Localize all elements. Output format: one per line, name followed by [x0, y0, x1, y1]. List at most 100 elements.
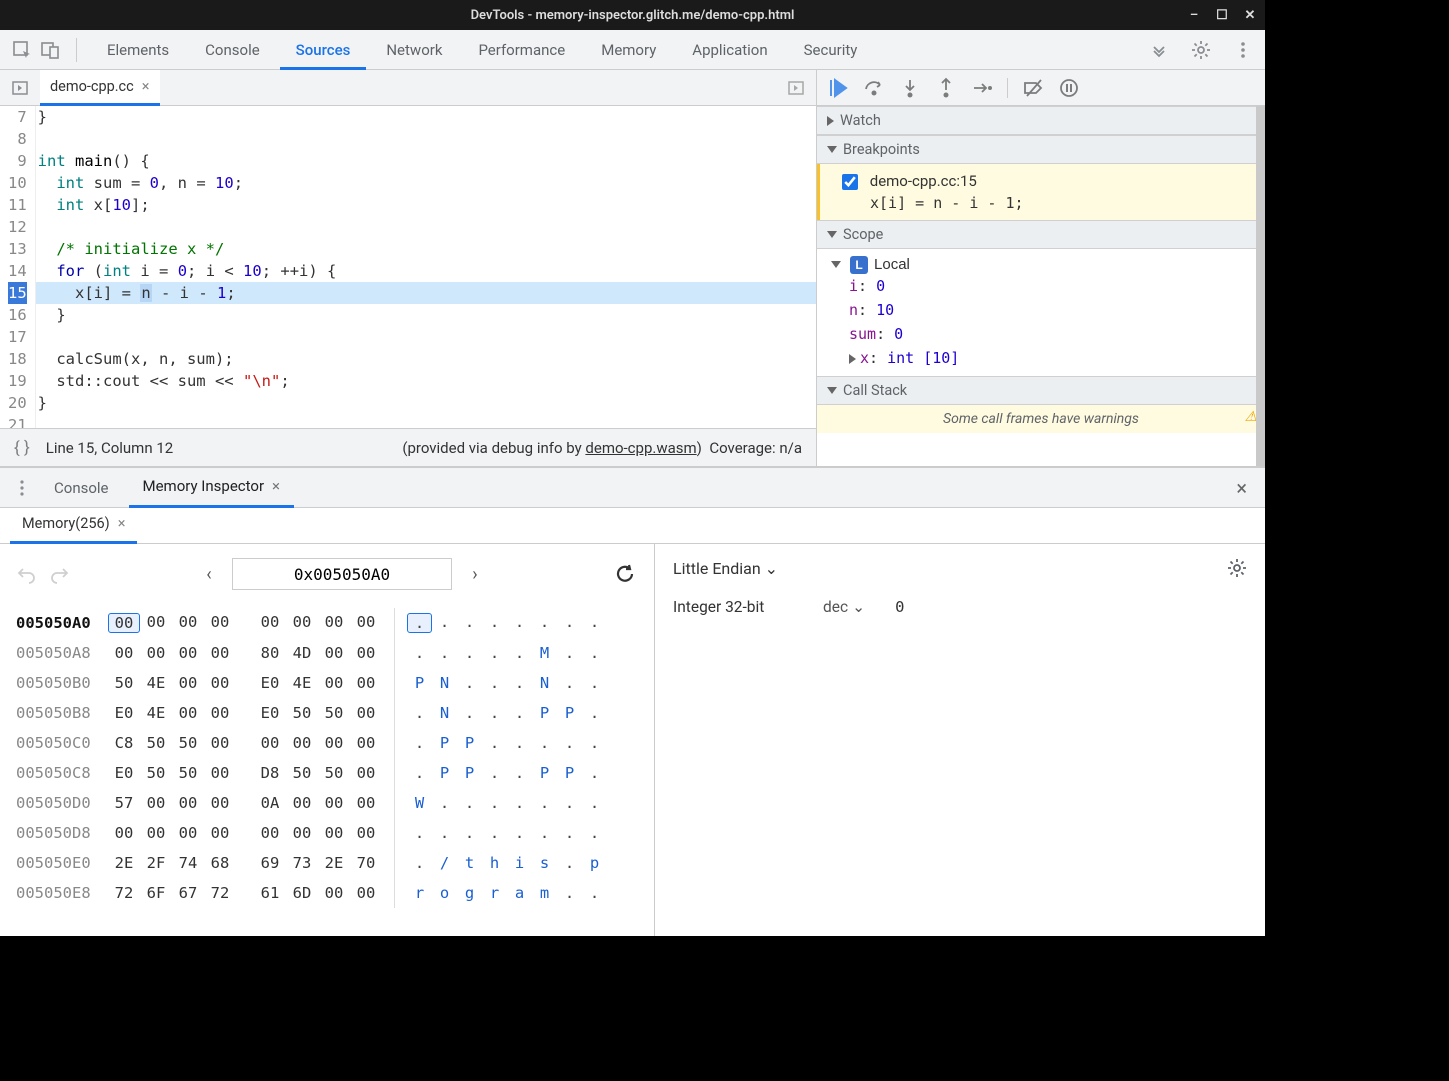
ascii-byte[interactable]: .	[582, 764, 607, 782]
drawer-kebab-icon[interactable]	[10, 476, 34, 500]
watch-section-header[interactable]: Watch	[817, 106, 1265, 135]
ascii-byte[interactable]: .	[507, 644, 532, 662]
main-tab-memory[interactable]: Memory	[585, 30, 672, 70]
pause-exceptions-icon[interactable]	[1058, 77, 1080, 99]
main-tab-security[interactable]: Security	[788, 30, 874, 70]
hex-byte[interactable]: 00	[286, 734, 318, 752]
hex-byte[interactable]: 00	[140, 644, 172, 662]
inspect-icon[interactable]	[10, 38, 34, 62]
hex-byte[interactable]: 00	[286, 613, 318, 633]
hex-byte[interactable]: 00	[254, 613, 286, 633]
hex-byte[interactable]: 68	[204, 854, 236, 872]
drawer-tab-console[interactable]: Console	[40, 468, 123, 508]
ascii-byte[interactable]: .	[582, 884, 607, 902]
drawer-tab-memory-inspector[interactable]: Memory Inspector×	[129, 468, 295, 508]
hex-byte[interactable]: 00	[318, 674, 350, 692]
ascii-byte[interactable]: .	[582, 794, 607, 812]
step-icon[interactable]	[971, 77, 993, 99]
hex-byte[interactable]: 50	[140, 734, 172, 752]
hex-byte[interactable]: 00	[108, 824, 140, 842]
hex-byte[interactable]: 00	[318, 884, 350, 902]
ascii-byte[interactable]: .	[482, 764, 507, 782]
hex-byte[interactable]: 50	[318, 764, 350, 782]
redo-icon[interactable]	[50, 564, 70, 584]
hex-byte[interactable]: 6D	[286, 884, 318, 902]
ascii-byte[interactable]: .	[457, 794, 482, 812]
ascii-byte[interactable]: .	[507, 613, 532, 633]
ascii-byte[interactable]: r	[407, 884, 432, 902]
ascii-byte[interactable]: .	[482, 734, 507, 752]
window-minimize-icon[interactable]: –	[1187, 8, 1201, 23]
hex-byte[interactable]: 50	[286, 764, 318, 782]
hex-byte[interactable]: 67	[172, 884, 204, 902]
ascii-byte[interactable]: P	[532, 764, 557, 782]
close-drawer-tab-icon[interactable]: ×	[272, 466, 280, 506]
hex-byte[interactable]: 00	[204, 613, 236, 633]
prev-address-icon[interactable]: ‹	[198, 564, 220, 585]
ascii-byte[interactable]: N	[432, 704, 457, 722]
ascii-byte[interactable]: i	[507, 854, 532, 872]
hex-byte[interactable]: 00	[350, 764, 382, 782]
hex-byte[interactable]: E0	[254, 704, 286, 722]
hex-byte[interactable]: 50	[318, 704, 350, 722]
ascii-byte[interactable]: .	[457, 704, 482, 722]
hex-byte[interactable]: E0	[108, 764, 140, 782]
ascii-byte[interactable]: .	[582, 644, 607, 662]
ascii-byte[interactable]: .	[557, 613, 582, 633]
hex-byte[interactable]: 00	[140, 824, 172, 842]
breakpoint-item[interactable]: demo-cpp.cc:15 x[i] = n - i - 1;	[817, 164, 1265, 220]
hex-byte[interactable]: 61	[254, 884, 286, 902]
ascii-byte[interactable]: a	[507, 884, 532, 902]
hex-byte[interactable]: 00	[108, 613, 140, 633]
hex-byte[interactable]: 00	[318, 644, 350, 662]
hex-byte[interactable]: 57	[108, 794, 140, 812]
next-address-icon[interactable]: ›	[464, 564, 486, 585]
hex-byte[interactable]: 00	[140, 613, 172, 633]
hex-byte[interactable]: 72	[204, 884, 236, 902]
ascii-byte[interactable]: .	[507, 824, 532, 842]
hex-byte[interactable]: 00	[172, 704, 204, 722]
ascii-byte[interactable]: .	[457, 674, 482, 692]
hex-byte[interactable]: 00	[350, 613, 382, 633]
hex-byte[interactable]: 00	[350, 824, 382, 842]
hex-byte[interactable]: 00	[204, 704, 236, 722]
ascii-byte[interactable]: P	[432, 764, 457, 782]
ascii-byte[interactable]: W	[407, 794, 432, 812]
kebab-menu-icon[interactable]	[1231, 38, 1255, 62]
ascii-byte[interactable]: .	[482, 704, 507, 722]
hex-byte[interactable]: C8	[108, 734, 140, 752]
hex-byte[interactable]: 00	[254, 824, 286, 842]
close-memory-tab-icon[interactable]: ×	[118, 506, 126, 542]
ascii-byte[interactable]: .	[457, 824, 482, 842]
ascii-byte[interactable]: .	[432, 644, 457, 662]
hex-byte[interactable]: 00	[318, 613, 350, 633]
main-tab-network[interactable]: Network	[370, 30, 458, 70]
hex-byte[interactable]: 72	[108, 884, 140, 902]
hex-byte[interactable]: 00	[350, 884, 382, 902]
ascii-byte[interactable]: .	[407, 764, 432, 782]
ascii-byte[interactable]: .	[507, 764, 532, 782]
ascii-byte[interactable]: .	[407, 644, 432, 662]
hex-byte[interactable]: 00	[318, 734, 350, 752]
ascii-byte[interactable]: .	[557, 884, 582, 902]
ascii-byte[interactable]: .	[482, 794, 507, 812]
ascii-byte[interactable]: .	[557, 644, 582, 662]
ascii-byte[interactable]: .	[532, 613, 557, 633]
hex-byte[interactable]: 2F	[140, 854, 172, 872]
hex-byte[interactable]: 80	[254, 644, 286, 662]
ascii-byte[interactable]: /	[432, 854, 457, 872]
ascii-byte[interactable]: N	[532, 674, 557, 692]
hex-byte[interactable]: 70	[350, 854, 382, 872]
ascii-byte[interactable]: .	[482, 644, 507, 662]
hex-byte[interactable]: 4D	[286, 644, 318, 662]
ascii-byte[interactable]: .	[557, 734, 582, 752]
hex-byte[interactable]: 00	[350, 704, 382, 722]
ascii-byte[interactable]: t	[457, 854, 482, 872]
endianness-selector[interactable]: Little Endian ⌄	[673, 559, 778, 578]
value-settings-icon[interactable]	[1227, 558, 1247, 578]
ascii-byte[interactable]: .	[532, 794, 557, 812]
hex-byte[interactable]: 00	[204, 644, 236, 662]
ascii-byte[interactable]: .	[557, 824, 582, 842]
hex-byte[interactable]: 2E	[108, 854, 140, 872]
hex-byte[interactable]: 00	[204, 794, 236, 812]
